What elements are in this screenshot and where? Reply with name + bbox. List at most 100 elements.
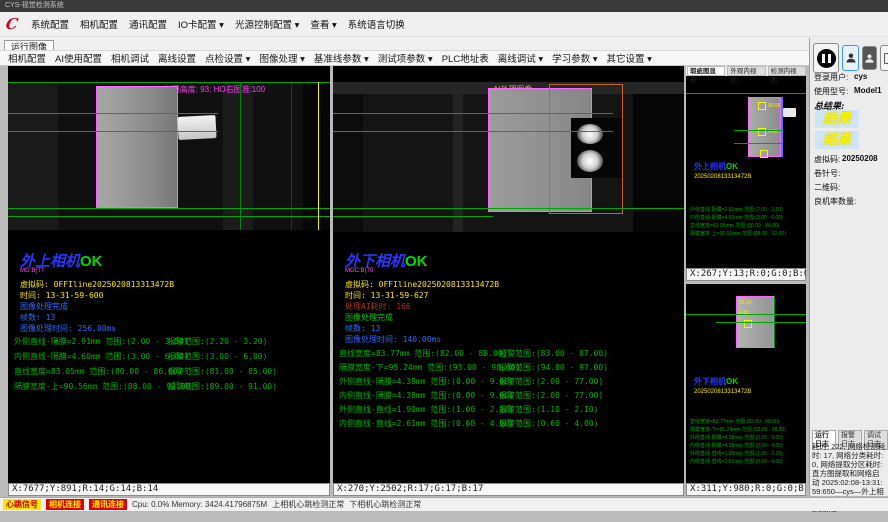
user-login-button[interactable] [842,45,859,71]
tool-offline-setting[interactable]: 离线设置 [158,51,196,65]
yield-count-label: 良机率数量: [814,196,856,207]
camera-name-label: 外下相机 [694,377,726,386]
camera-name-label: 外上相机 [694,162,726,171]
tiny-measure-row: 直线宽度=83.77mm 范围:(82.00 - 88.00) [690,418,779,425]
measure-row: 外侧直线-直线=1.90mm 范围:(1.00 - 2.20) [339,404,514,415]
result-badge-lower: 结果 [815,131,859,149]
virtual-code-line: 虚拟码: 0FFIline2025020813313472B [345,279,499,290]
toolbar: 相机配置 AI使用配置 相机调试 离线设置 点检设置 ▾ 图像处理 ▾ 基准线参… [0,50,888,66]
alarm-range: 报警范围:(0.60 - 4.00) [499,418,598,429]
preview-tab-bar: 瑕疵图显示 外观内视图 检测内视图 [686,66,806,76]
frame-count-line: 帧数: 13 [345,323,380,334]
measure-row: 内侧直线-隔膜=4.38mm 范围:(0.00 - 9.00) [339,390,514,401]
camera-view-upper-outer[interactable]: N下隔高度: 93; HO右图准:100 外上相机OK MG:B(TT 虚拟码:… [8,66,330,496]
status-bar: 心跳信号 相机连接 通讯连接 Cpu: 0.0% Memory: 3424.41… [0,497,888,511]
preview-result-title: 外下相机OK [694,376,738,387]
login-user-label: 登录用户: [814,72,848,83]
tool-offline-debug[interactable]: 离线调试 ▾ [498,51,543,65]
tool-spotcheck-setting[interactable]: 点检设置 ▾ [205,51,250,65]
alarm-range: 报警范围:(81.00 - 85.00) [168,366,277,377]
menu-item-system-config[interactable]: 系统配置 [31,17,69,31]
tiny-measure-row: 直线宽度=83.05mm 范围:(80.00 - 86.00) [690,222,779,229]
camera-view-lower-outer[interactable]: AI处理图像 外下相机OK MGC:B(70 虚拟码: 0FFIline2025… [333,66,684,496]
app-logo-icon: C [4,15,19,33]
pixel-coords-left: X:7677;Y:891;R:14;G:14;B:14 [8,483,330,496]
measure-row: 直线宽度=83.05mm 范围:(80.00 - 86.00) [14,366,182,377]
ok-status-label: OK [405,253,428,270]
ai-time-line: 处理AI耗时: 166 [345,301,411,312]
tool-camera-config[interactable]: 相机配置 [8,51,46,65]
cpu-memory-text: Cpu: 0.0% Memory: 3424.41796875M [132,500,267,509]
tiny-measure-row: 内侧直线-隔膜=4.38mm 范围:(0.00 - 9.00) [690,442,783,449]
exit-door-icon [883,52,888,65]
tiny-measure-row: 内侧直线-直线=2.61mm 范围:(0.60 - 4.00) [690,458,783,465]
alarm-range: 报警范围:(2.20 - 3.20) [168,336,267,347]
tiny-measure-row: 外侧直线-直线=1.90mm 范围:(1.00 - 2.20) [690,450,783,457]
exit-button[interactable] [880,45,888,71]
alarm-range: 报警范围:(2.00 - 77.00) [499,376,603,387]
pause-button[interactable] [813,43,839,73]
app-window: CYS-视觉检测系统 C 系统配置 相机配置 通讯配置 IO卡配置 ▾ 光源控制… [0,0,888,522]
measure-row: 外侧直线-隔膜=4.38mm 范围:(0.00 - 9.00) [339,376,514,387]
pause-icon [817,49,836,68]
result-badge-upper: 结果 [815,110,859,128]
time-line: 时间: 13-31-59-600 [20,290,103,301]
process-done-line: 图像处理完成 [20,301,68,312]
tool-baseline-params[interactable]: 基准线参数 ▾ [314,51,369,65]
user-dark-icon [864,53,875,64]
menu-item-io-config[interactable]: IO卡配置 ▾ [178,17,224,31]
upper-camera-heartbeat-msg: 上相机心跳检测正常 [272,499,344,510]
tool-learn-params[interactable]: 学习参数 ▾ [552,51,597,65]
menu-bar: C 系统配置 相机配置 通讯配置 IO卡配置 ▾ 光源控制配置 ▾ 查看 ▾ 系… [0,12,888,37]
yellow-ruler-line [318,82,319,230]
virtual-code-line: 虚拟码: 0FFIline2025020813313472B [20,279,174,290]
pin-number-label: 卷针号: [814,168,840,179]
tool-plc-table[interactable]: PLC地址表 [442,51,489,65]
measure-row: 外侧直线-隔膜=2.91mm 范围:(2.00 - 3.50) [14,336,189,347]
virtual-code-value: 20250208 [842,154,878,163]
menu-item-light-config[interactable]: 光源控制配置 ▾ [235,17,299,31]
separator-region-left [96,86,178,208]
tool-camera-debug[interactable]: 相机调试 [111,51,149,65]
tool-image-process[interactable]: 图像处理 ▾ [259,51,304,65]
model-value[interactable]: Model1 [854,86,882,95]
model-label: 使用型号: [814,86,848,97]
menu-item-camera-config[interactable]: 相机配置 [80,17,118,31]
tiny-measure-row: 隔膜宽度-上=90.56mm 范围:(88.00 - 92.00) [690,230,786,237]
ok-status-label: OK [80,253,103,270]
preview-upper-camera[interactable]: 瑕疵图显示 外观内视图 检测内视图 90.56 4.60 外上相机OK 2025… [686,66,806,281]
menu-item-view[interactable]: 查看 ▾ [310,17,336,31]
preview-result-title: 外上相机OK [694,161,738,172]
lower-camera-heartbeat-msg: 下相机心跳检测正常 [349,499,421,510]
mes-flag-label: MGC:B(70 [345,268,373,274]
tool-ai-config[interactable]: AI使用配置 [55,51,102,65]
blue-edge-line [781,97,783,157]
measure-row: 直线宽度=83.77mm 范围:(82.00 - 88.00) [339,348,507,359]
annotation-box [760,150,768,158]
measure-row: 隔膜宽度-下=95.24mm 范围:(93.00 - 98.00) [339,362,520,373]
user-manage-button[interactable] [862,46,877,70]
preview-lower-camera[interactable]: 95.24 4.38 外下相机OK 2025020813313472B 直线宽度… [686,284,806,496]
ok-status-label: OK [726,377,738,386]
preview-tab-appearance[interactable]: 外观内视图 [727,66,765,76]
tool-other-setting[interactable]: 其它设置 ▾ [607,51,652,65]
menu-item-language[interactable]: 系统语言切换 [348,17,405,31]
tool-test-params[interactable]: 测试项参数 ▾ [378,51,433,65]
weld-spot [577,150,603,172]
measure-row: 内侧直线-直线=2.61mm 范围:(0.60 - 4.00) [339,418,514,429]
process-time-line: 图像处理时间: 140.00ms [345,334,441,345]
annotation-label: 4.38 [739,310,749,316]
user-icon [845,52,857,64]
comm-connect-badge: 通讯连接 [89,499,127,510]
tab-connector-preview [783,108,796,117]
tiny-measure-row: 外侧直线-隔膜=4.38mm 范围:(0.00 - 9.00) [690,434,783,441]
preview-tab-inspect[interactable]: 检测内视图 [768,66,806,76]
heartbeat-status-badge: 心跳信号 [3,499,41,510]
tab-row: 运行图像 [0,37,888,50]
annotation-box [758,102,766,110]
login-user-value: cys [854,72,867,81]
menu-item-comm-config[interactable]: 通讯配置 [129,17,167,31]
time-line: 时间: 13-31-59-627 [345,290,428,301]
preview-tab-defect[interactable]: 瑕疵图显示 [687,66,725,76]
alarm-range: 报警范围:(94.00 - 97.00) [499,362,608,373]
